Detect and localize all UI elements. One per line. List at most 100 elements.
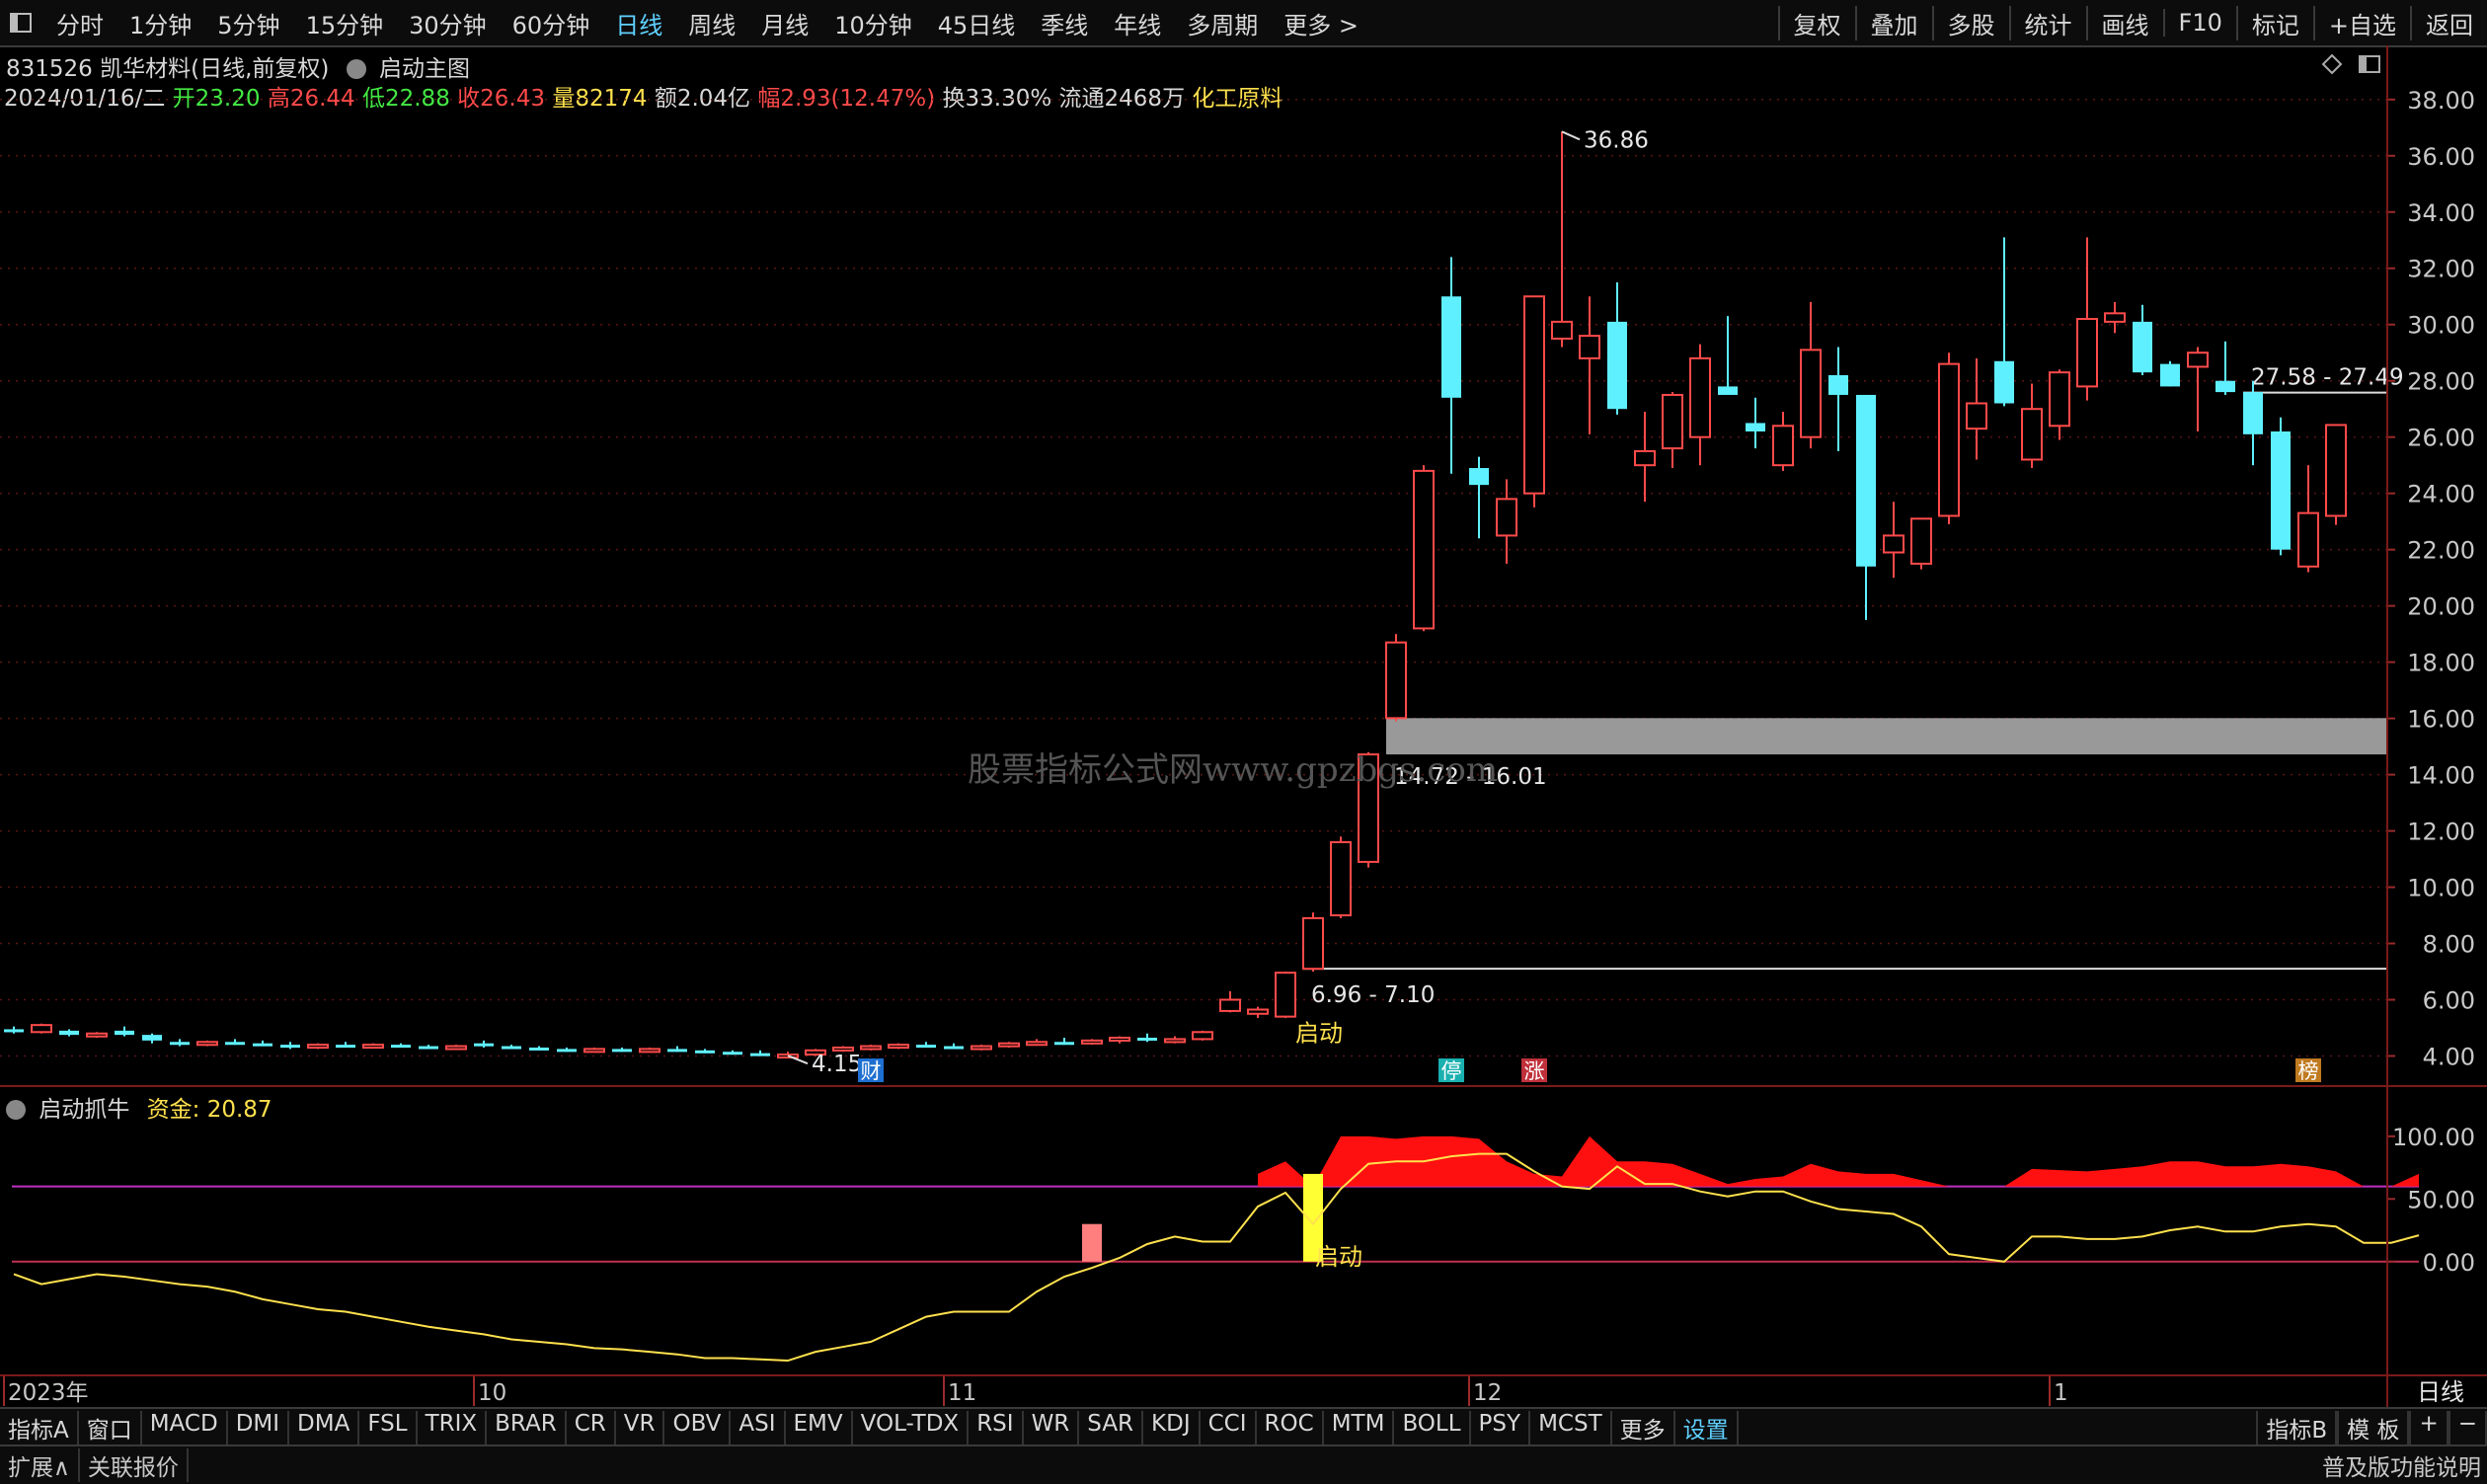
candle-up	[445, 1045, 467, 1051]
sub-indicator-name[interactable]: 启动抓牛	[39, 1097, 129, 1123]
candle-up	[860, 1045, 882, 1051]
candle-down	[557, 1049, 577, 1053]
candle-up	[2325, 424, 2347, 517]
candle-down	[1856, 394, 1876, 567]
candle-down	[1607, 321, 1627, 410]
indicator-tabs: 指标A 窗口 MACD DMI DMA FSL TRIX BRAR CR VR OBV ASI EMV V…	[0, 1411, 1739, 1445]
indicator-tab[interactable]: 窗口	[79, 1411, 142, 1445]
candle-down	[502, 1046, 521, 1050]
candle-up	[1772, 425, 1794, 467]
indicator-tab[interactable]: SAR	[1079, 1411, 1144, 1445]
candle-up	[888, 1044, 909, 1050]
candle-down	[474, 1043, 494, 1047]
indicator-tab[interactable]: TRIX	[418, 1411, 488, 1445]
signal-bar	[1082, 1223, 1102, 1262]
candle-up	[1164, 1038, 1186, 1044]
event-marker-text: 财	[861, 1059, 882, 1083]
indicator-tab[interactable]: DMA	[289, 1411, 360, 1445]
layout-icon-fill	[2360, 56, 2367, 72]
chart-area[interactable]: 14.72 - 16.016.96 - 7.1027.58 - 27.4936.…	[0, 0, 2487, 1407]
y-tick-label: 34.00	[2407, 199, 2475, 227]
y-tick-label: 36.00	[2407, 143, 2475, 171]
indicator-tabs-bar: 指标A 窗口 MACD DMI DMA FSL TRIX BRAR CR VR OBV ASI EMV V…	[0, 1407, 2487, 1446]
candle-down	[170, 1042, 190, 1046]
candle-up	[1109, 1036, 1130, 1042]
y-tick-label: 32.00	[2407, 256, 2475, 283]
indicator-tab[interactable]: RSI	[969, 1411, 1024, 1445]
indicator-tab[interactable]: ROC	[1257, 1411, 1324, 1445]
indicator-tab[interactable]: WR	[1024, 1411, 1080, 1445]
candle-up	[998, 1042, 1020, 1048]
candle-down	[280, 1045, 300, 1049]
y-tick-label: 24.00	[2407, 481, 2475, 508]
candle-up	[1219, 998, 1241, 1012]
candle-up	[307, 1044, 329, 1050]
candle-down	[419, 1046, 438, 1050]
candle-down	[695, 1050, 715, 1054]
indicator-tab-right[interactable]: −	[2448, 1411, 2487, 1445]
candle-down	[2160, 363, 2180, 387]
candle-up	[1966, 402, 1987, 430]
candle-up	[1081, 1039, 1103, 1045]
candle-up	[2104, 312, 2126, 323]
indicator-tab[interactable]: BRAR	[487, 1411, 567, 1445]
support-zone-band	[1386, 718, 2387, 755]
sub-indicator-dropdown-icon[interactable]	[6, 1100, 26, 1120]
y-tick-label: 6.00	[2423, 987, 2475, 1015]
indicator-tab[interactable]: MTM	[1324, 1411, 1395, 1445]
indicator-tab-right[interactable]: 模 板	[2337, 1411, 2410, 1445]
candle-up	[832, 1046, 854, 1052]
candle-up	[1938, 362, 1960, 517]
indicator-tab[interactable]: PSY	[1471, 1411, 1531, 1445]
indicator-tabs-right: 指标B 模 板 + −	[2256, 1411, 2487, 1445]
sub-start-label: 启动	[1315, 1243, 1362, 1271]
candle-up	[1662, 393, 1683, 450]
candle-down	[916, 1045, 936, 1049]
candle-down	[1828, 375, 1848, 395]
x-tick-label: 1	[2054, 1380, 2068, 1406]
related-quotes-button[interactable]: 关联报价	[80, 1448, 189, 1482]
indicator-tab[interactable]: VOL-TDX	[853, 1411, 970, 1445]
indicator-tab[interactable]: CR	[567, 1411, 616, 1445]
candle-up	[1026, 1041, 1048, 1047]
main-chart: 14.72 - 16.016.96 - 7.1027.58 - 27.4936.…	[0, 99, 2404, 1083]
indicator-tab[interactable]: CCI	[1201, 1411, 1257, 1445]
x-tick-label: 2023年	[8, 1380, 89, 1406]
indicator-tab[interactable]: DMI	[228, 1411, 290, 1445]
candle-up	[971, 1045, 992, 1051]
candle-up	[1413, 469, 1435, 630]
candle-up	[2049, 371, 2070, 428]
indicator-tab[interactable]: FSL	[359, 1411, 418, 1445]
candle-down	[4, 1029, 24, 1033]
min-price-label: 4.15	[812, 1052, 862, 1077]
candle-down	[1469, 468, 1489, 486]
indicator-tab[interactable]: KDJ	[1143, 1411, 1201, 1445]
indicator-tab-right[interactable]: 指标B	[2256, 1411, 2338, 1445]
indicator-tab[interactable]: OBV	[664, 1411, 732, 1445]
y-tick-label: 16.00	[2407, 706, 2475, 734]
expand-button[interactable]: 扩展∧	[0, 1448, 80, 1482]
candle-up	[196, 1041, 218, 1047]
diamond-icon	[2321, 53, 2343, 75]
indicator-tab[interactable]: 设置	[1675, 1411, 1739, 1445]
candle-up	[639, 1048, 661, 1054]
candle-up	[583, 1048, 605, 1054]
indicator-tab-right[interactable]: +	[2409, 1411, 2448, 1445]
indicator-tab[interactable]: MACD	[142, 1411, 228, 1445]
indicator-tab[interactable]: 更多	[1612, 1411, 1675, 1445]
candle-up	[1247, 1008, 1269, 1015]
candle-down	[1746, 423, 1765, 431]
indicator-tab[interactable]: VR	[616, 1411, 665, 1445]
y-tick-label: 30.00	[2407, 312, 2475, 340]
x-tick-label: 12	[1473, 1380, 1502, 1406]
indicator-tab[interactable]: EMV	[786, 1411, 853, 1445]
candle-down	[723, 1052, 742, 1055]
indicator-tab[interactable]: BOLL	[1394, 1411, 1471, 1445]
edition-info-link[interactable]: 普及版功能说明	[2322, 1448, 2481, 1482]
x-tick-label: 11	[948, 1380, 976, 1406]
indicator-tab[interactable]: MCST	[1530, 1411, 1612, 1445]
indicator-tab[interactable]: 指标A	[0, 1411, 79, 1445]
watermark: 股票指标公式网www.gpzbgs.com	[968, 750, 1499, 790]
indicator-tab[interactable]: ASI	[731, 1411, 786, 1445]
fund-red-area	[1258, 1135, 2419, 1187]
